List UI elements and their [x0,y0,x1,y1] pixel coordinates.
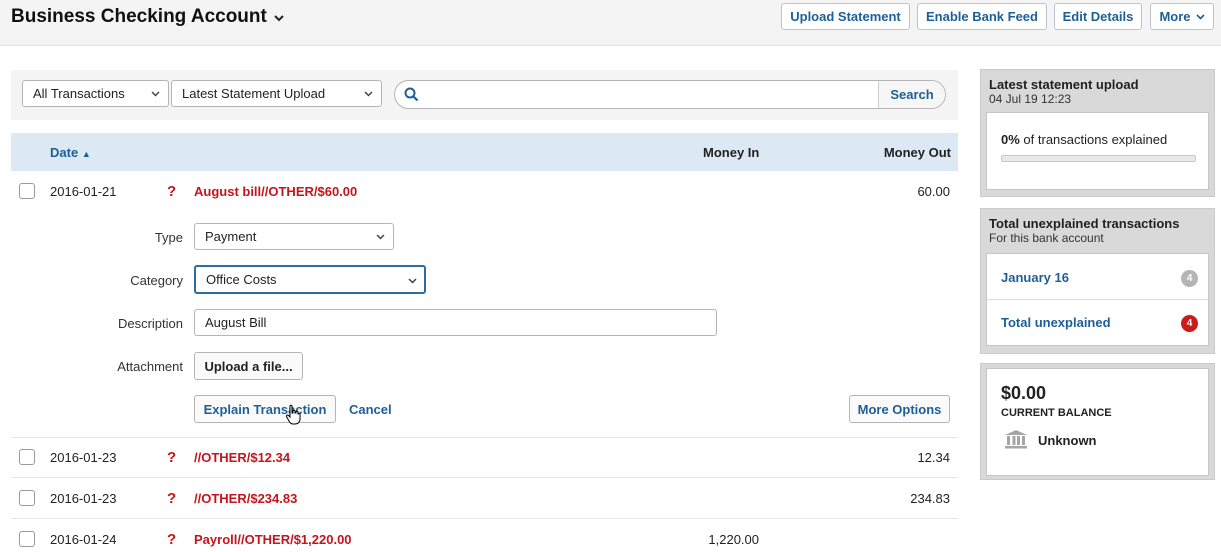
statement-upload-panel: Latest statement upload 04 Jul 19 12:23 … [980,69,1215,197]
page-header: Business Checking Account Upload Stateme… [0,0,1221,46]
progress-bar [1001,155,1196,162]
row-money-in: 1,220.00 [708,532,759,547]
count-badge: 4 [1181,270,1198,287]
panel-title: Latest statement upload [989,77,1139,92]
row-date: 2016-01-21 [50,184,117,199]
table-header: Date ▲ Money In Money Out [11,133,958,171]
sort-ascending-icon: ▲ [81,149,91,159]
unexplained-flag-icon: ? [167,183,177,200]
search-icon [404,87,419,102]
row-money-out: 12.34 [917,450,950,465]
chevron-down-icon [274,14,284,21]
row-checkbox[interactable] [19,183,35,199]
unexplained-item-label[interactable]: January 16 [1001,270,1069,285]
upload-statement-button[interactable]: Upload Statement [781,3,910,30]
money-in-column-header: Money In [703,145,760,160]
balance-card: $0.00 CURRENT BALANCE Unknown [986,368,1209,476]
category-label: Category [130,273,183,288]
row-description[interactable]: //OTHER/$12.34 [194,450,290,465]
row-date: 2016-01-24 [50,532,117,547]
date-column-header[interactable]: Date ▲ [50,145,91,160]
more-button[interactable]: More [1150,3,1214,30]
row-money-out: 234.83 [910,491,950,506]
explain-transaction-button[interactable]: Explain Transaction [194,395,336,423]
cancel-link[interactable]: Cancel [349,402,392,417]
filter-bar: All Transactions Latest Statement Upload… [11,70,958,120]
bank-icon [1005,430,1027,449]
upload-file-button[interactable]: Upload a file... [194,352,303,380]
unexplained-flag-icon: ? [167,449,177,466]
row-checkbox[interactable] [19,449,35,465]
chevron-down-icon [376,234,385,240]
hand-cursor-icon [285,404,301,425]
bank-name: Unknown [1038,433,1097,448]
row-checkbox[interactable] [19,490,35,506]
table-row[interactable]: 2016-01-23 ? //OTHER/$12.34 12.34 [11,438,958,478]
type-label: Type [154,230,183,245]
search-input[interactable] [425,87,865,103]
panel-subtitle: For this bank account [989,231,1104,245]
table-row[interactable]: 2016-01-21 ? August bill//OTHER/$60.00 6… [11,172,958,212]
unexplained-list: January 16 4 Total unexplained 4 [986,253,1209,346]
count-badge: 4 [1181,315,1198,332]
transactions-filter-select[interactable]: All Transactions [22,80,169,107]
table-row[interactable]: 2016-01-24 ? Payroll//OTHER/$1,220.00 1,… [11,520,958,552]
enable-bank-feed-button[interactable]: Enable Bank Feed [917,3,1047,30]
row-date: 2016-01-23 [50,491,117,506]
search-box: Search [394,80,946,109]
money-out-column-header: Money Out [883,145,951,160]
description-input[interactable]: August Bill [194,309,717,336]
unexplained-item-total[interactable]: Total unexplained 4 [987,301,1208,347]
type-select[interactable]: Payment [194,223,394,250]
unexplained-panel: Total unexplained transactions For this … [980,208,1215,354]
chevron-down-icon [408,278,417,284]
chevron-down-icon [1195,13,1205,20]
balance-panel: $0.00 CURRENT BALANCE Unknown [980,363,1215,480]
statement-filter-select[interactable]: Latest Statement Upload [171,80,382,107]
balance-amount: $0.00 [1001,383,1047,403]
row-money-out: 60.00 [917,184,950,199]
account-title: Business Checking Account [11,6,267,27]
attachment-label: Attachment [117,359,183,374]
table-row[interactable]: 2016-01-23 ? //OTHER/$234.83 234.83 [11,479,958,519]
more-options-button[interactable]: More Options [849,395,950,423]
balance-label: CURRENT BALANCE [1001,407,1112,419]
chevron-down-icon [364,91,373,97]
percent-explained: 0% [1001,132,1020,147]
unexplained-flag-icon: ? [167,531,177,548]
unexplained-item-january[interactable]: January 16 4 [987,254,1208,300]
description-label: Description [117,316,183,331]
row-checkbox[interactable] [19,531,35,547]
unexplained-flag-icon: ? [167,490,177,507]
row-date: 2016-01-23 [50,450,117,465]
percent-explained-text: of transactions explained [1023,132,1168,147]
panel-title: Total unexplained transactions [989,216,1180,231]
edit-details-button[interactable]: Edit Details [1054,3,1142,30]
statement-timestamp: 04 Jul 19 12:23 [989,92,1072,106]
category-select[interactable]: Office Costs [194,265,426,294]
unexplained-item-label[interactable]: Total unexplained [1001,315,1111,330]
statement-progress-card: 0% of transactions explained [986,112,1209,190]
row-description[interactable]: Payroll//OTHER/$1,220.00 [194,532,352,547]
row-description[interactable]: //OTHER/$234.83 [194,491,297,506]
row-description[interactable]: August bill//OTHER/$60.00 [194,184,357,199]
account-selector[interactable]: Business Checking Account [11,6,284,28]
search-button[interactable]: Search [878,81,945,108]
chevron-down-icon [151,91,160,97]
